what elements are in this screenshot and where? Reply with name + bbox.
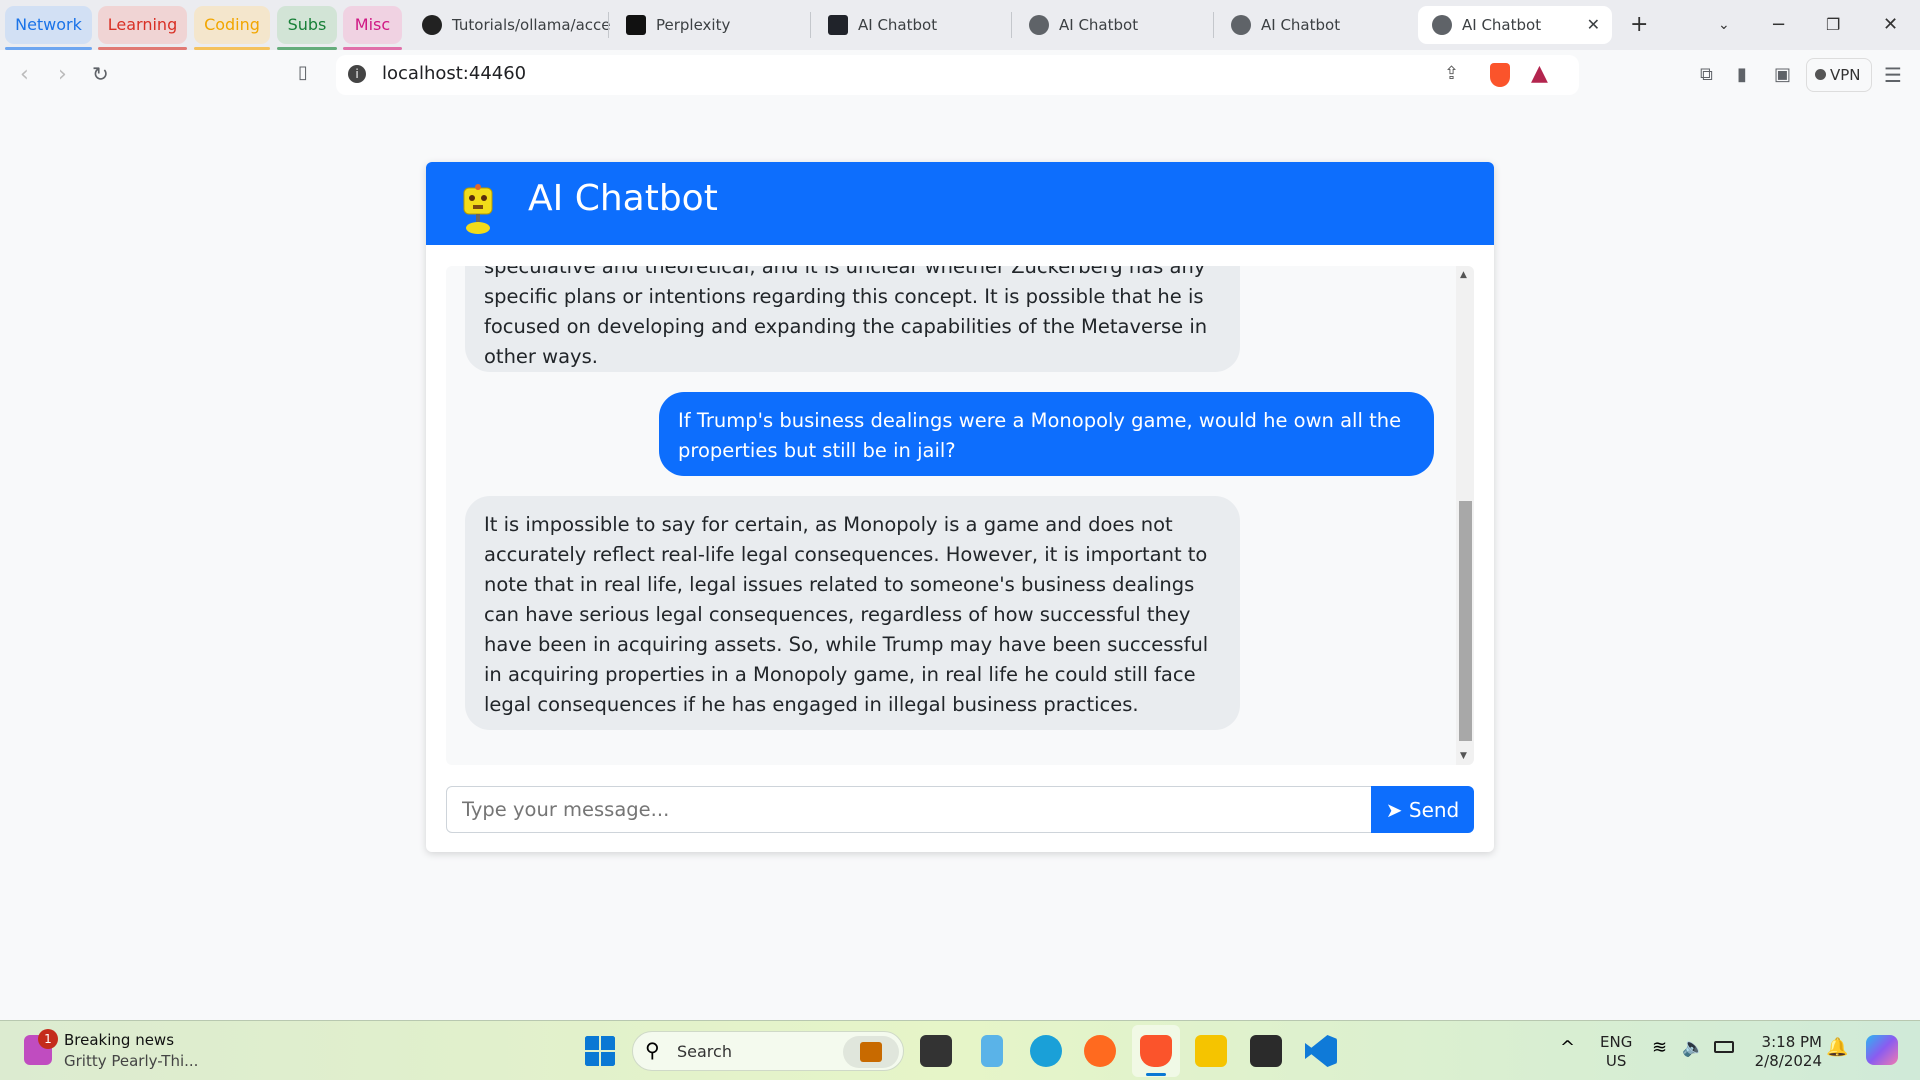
react-icon [828, 15, 848, 35]
vpn-label: VPN [1830, 66, 1861, 84]
chat-scrollbar[interactable]: ▲ ▼ [1456, 266, 1474, 765]
send-button[interactable]: ➤ Send [1371, 786, 1474, 833]
tab-group-network[interactable]: Network [5, 6, 92, 50]
taskbar-search[interactable]: ⚲ Search [632, 1031, 904, 1071]
news-badge: 1 [38, 1029, 58, 1049]
clock[interactable]: 3:18 PM 2/8/2024 [1752, 1033, 1822, 1071]
user-message: If Trump's business dealings were a Mono… [659, 392, 1434, 476]
menu-icon[interactable]: ☰ [1884, 63, 1902, 87]
show-hidden-icons[interactable]: ^ [1560, 1037, 1575, 1058]
tab-group-subs[interactable]: Subs [277, 6, 337, 50]
minimize-button[interactable]: − [1771, 6, 1786, 44]
bot-message: It is impossible to say for certain, as … [465, 496, 1240, 730]
tab-label: Perplexity [656, 16, 731, 34]
share-icon[interactable]: ⇪ [1444, 63, 1459, 84]
back-icon[interactable]: ‹ [20, 62, 29, 87]
chat-header: AI Chatbot [426, 162, 1494, 245]
lang-code: ENG [1600, 1033, 1633, 1051]
paper-plane-icon: ➤ [1385, 797, 1403, 822]
tab-group-misc[interactable]: Misc [343, 6, 402, 50]
vscode-icon[interactable] [1305, 1035, 1337, 1067]
close-tab-icon[interactable]: ✕ [1587, 6, 1600, 44]
bot-message: speculative and theoretical, and it is u… [465, 266, 1240, 372]
tab-label: AI Chatbot [858, 16, 938, 34]
terminal-icon[interactable] [1250, 1035, 1282, 1067]
file-explorer-icon[interactable] [1195, 1035, 1227, 1067]
search-label: Search [677, 1042, 732, 1061]
message-input[interactable] [446, 786, 1372, 833]
volume-icon[interactable]: 🔈 [1682, 1037, 1704, 1058]
wifi-icon[interactable]: ≋ [1652, 1037, 1667, 1058]
tab-ai-chatbot-active[interactable]: AI Chatbot ✕ [1418, 6, 1612, 44]
address-toolbar: ‹ › ↻ ▯ i localhost:44460 ⇪ ▲ ⧉ ▮ ▣ VPN … [0, 50, 1920, 100]
send-label: Send [1408, 797, 1460, 822]
tab-label: AI Chatbot [1059, 16, 1139, 34]
forward-icon[interactable]: › [58, 62, 67, 87]
sidebar-icon[interactable]: ▮ [1737, 64, 1747, 85]
copilot-icon[interactable] [1866, 1035, 1898, 1065]
brave-rewards-icon[interactable]: ▲ [1531, 61, 1548, 86]
chatbot-card: AI Chatbot speculative and theoretical, … [426, 162, 1494, 852]
edge-icon[interactable] [1030, 1035, 1062, 1067]
task-view-icon[interactable] [920, 1035, 952, 1067]
robot-icon [463, 184, 493, 234]
globe-icon [1432, 15, 1452, 35]
url-text[interactable]: localhost:44460 [382, 63, 526, 84]
taskbar: 1 Breaking news Gritty Pearly-Thi... ⚲ S… [0, 1020, 1920, 1080]
vpn-status-icon [1815, 69, 1826, 80]
search-icon: ⚲ [645, 1038, 660, 1062]
tab-bar: Network Learning Coding Subs Misc Tutori… [0, 0, 1920, 50]
info-icon[interactable]: i [348, 65, 366, 83]
tab-ai-chatbot-3[interactable]: AI Chatbot [1217, 6, 1407, 44]
bookmark-icon[interactable]: ▯ [298, 62, 308, 83]
vpn-button[interactable]: VPN [1806, 58, 1872, 92]
globe-icon [1231, 15, 1251, 35]
tab-group-learning[interactable]: Learning [98, 6, 187, 50]
tab-label: Tutorials/ollama/acce [452, 16, 611, 34]
tab-github[interactable]: Tutorials/ollama/acce [408, 6, 611, 44]
restore-button[interactable]: ❐ [1826, 6, 1840, 44]
windows-start-icon[interactable] [584, 1035, 616, 1067]
address-bar[interactable]: i localhost:44460 ⇪ ▲ [336, 55, 1579, 95]
date: 2/8/2024 [1754, 1052, 1822, 1070]
time: 3:18 PM [1761, 1033, 1822, 1051]
news-title[interactable]: Breaking news [64, 1031, 174, 1049]
tab-ai-chatbot-1[interactable]: AI Chatbot [814, 6, 1004, 44]
language-indicator[interactable]: ENG US [1600, 1033, 1632, 1071]
firefox-icon[interactable] [1084, 1035, 1116, 1067]
battery-icon[interactable] [1714, 1041, 1734, 1053]
close-window-button[interactable]: ✕ [1883, 6, 1898, 44]
new-tab-button[interactable]: + [1630, 6, 1648, 44]
tab-label: AI Chatbot [1261, 16, 1341, 34]
region-code: US [1605, 1052, 1627, 1070]
briefcase-icon [843, 1036, 899, 1068]
tab-ai-chatbot-2[interactable]: AI Chatbot [1015, 6, 1205, 44]
tab-search-icon[interactable]: ⌄ [1718, 6, 1730, 44]
perplexity-icon [626, 15, 646, 35]
tab-label: AI Chatbot [1462, 16, 1542, 34]
app-title: AI Chatbot [528, 178, 718, 219]
scroll-down-icon[interactable]: ▼ [1460, 751, 1467, 761]
brave-shields-icon[interactable] [1490, 63, 1510, 87]
github-icon [422, 15, 442, 35]
globe-icon [1029, 15, 1049, 35]
notification-bell-icon[interactable]: 🔔 [1826, 1037, 1848, 1058]
scroll-up-icon[interactable]: ▲ [1460, 270, 1467, 280]
extensions-icon[interactable]: ⧉ [1700, 64, 1713, 85]
tab-group-coding[interactable]: Coding [194, 6, 270, 50]
chat-messages[interactable]: speculative and theoretical, and it is u… [446, 266, 1474, 765]
brave-icon[interactable] [1140, 1035, 1172, 1067]
scrollbar-thumb[interactable] [1459, 501, 1472, 741]
news-subtitle[interactable]: Gritty Pearly-Thi... [64, 1052, 198, 1070]
reload-icon[interactable]: ↻ [92, 62, 109, 86]
tab-perplexity[interactable]: Perplexity [612, 6, 802, 44]
notepad-icon[interactable] [981, 1035, 1003, 1067]
wallet-icon[interactable]: ▣ [1774, 64, 1791, 85]
